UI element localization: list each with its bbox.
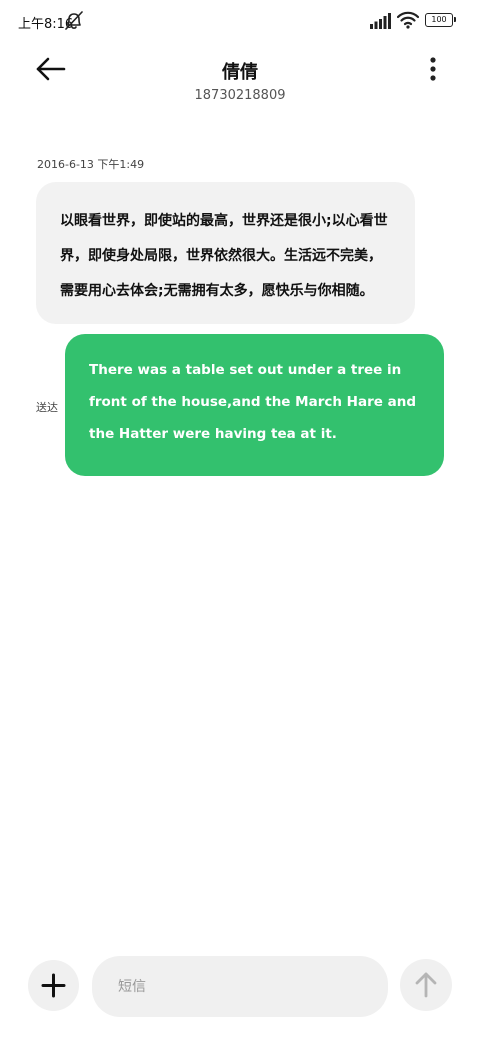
plus-icon (41, 973, 66, 998)
signal-icon (370, 13, 391, 29)
conversation-header: 倩倩 18730218809 (0, 44, 480, 114)
more-options-button[interactable] (420, 56, 446, 82)
contact-number: 18730218809 (194, 88, 286, 103)
status-bar: 上午8:16 100 (0, 0, 480, 44)
compose-bar (0, 950, 480, 1026)
add-attachment-button[interactable] (28, 960, 79, 1011)
send-button[interactable] (400, 959, 452, 1011)
more-vertical-icon (430, 57, 436, 81)
delivery-status: 送达 (36, 401, 58, 414)
wifi-icon (397, 11, 419, 29)
send-arrow-icon (415, 972, 437, 998)
outgoing-message-text: There was a table set out under a tree i… (89, 362, 416, 442)
battery-icon: 100 (425, 13, 456, 27)
incoming-message-bubble[interactable]: 以眼看世界，即使站的最高，世界还是很小;以心看世界，即使身处局限，世界依然很大。… (36, 182, 415, 324)
message-timestamp: 2016-6-13 下午1:49 (37, 158, 145, 171)
contact-name: 倩倩 (222, 62, 258, 83)
mute-notification-icon (65, 11, 83, 30)
sms-input[interactable] (92, 956, 388, 1017)
incoming-message-text: 以眼看世界，即使站的最高，世界还是很小;以心看世界，即使身处局限，世界依然很大。… (60, 213, 388, 299)
outgoing-message-bubble[interactable]: There was a table set out under a tree i… (65, 334, 444, 476)
